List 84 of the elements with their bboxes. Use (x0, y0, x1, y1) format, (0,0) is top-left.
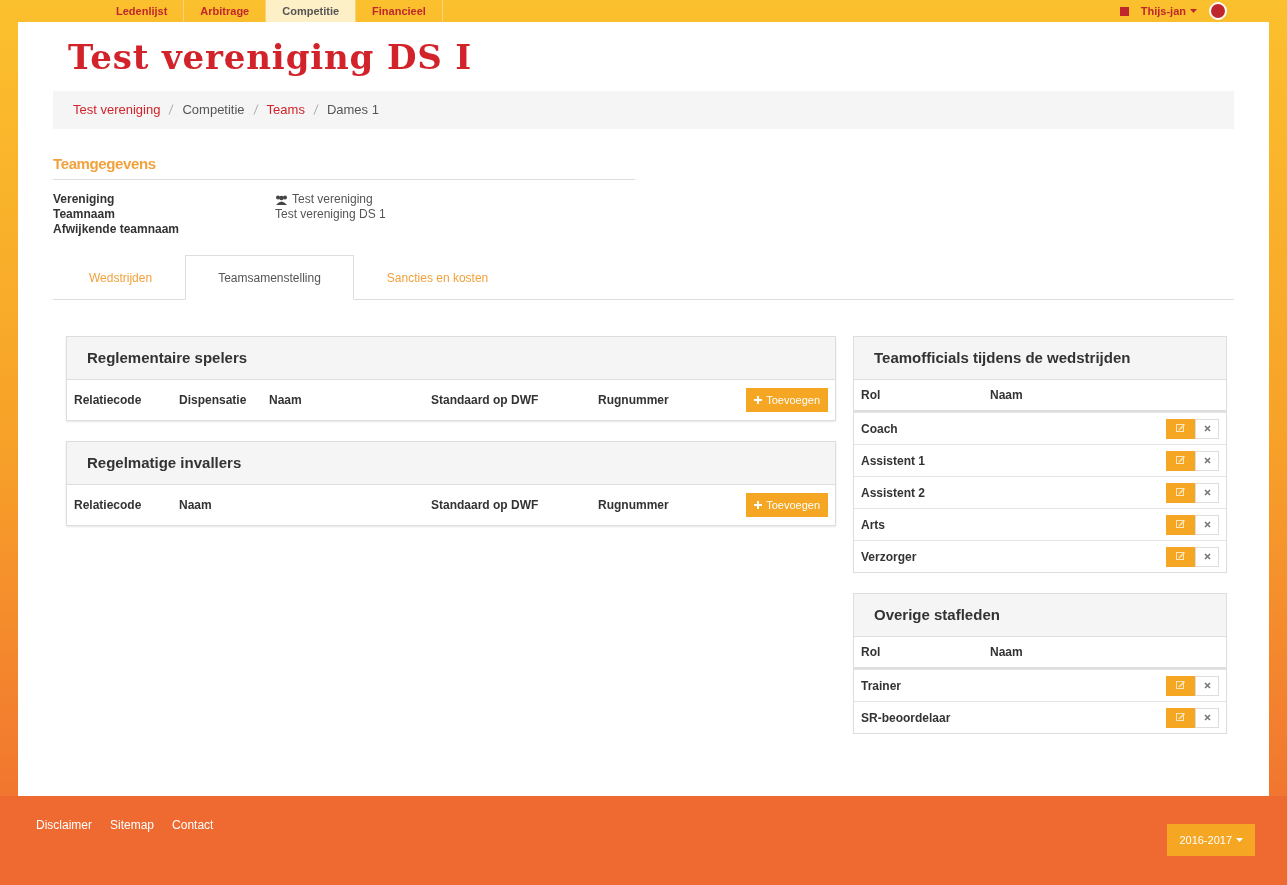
column-header: Relatiecode (74, 497, 143, 514)
edit-icon (1176, 713, 1185, 722)
delete-button[interactable] (1195, 546, 1219, 567)
footer-link[interactable]: Disclaimer (36, 816, 92, 834)
footer-link[interactable]: Sitemap (110, 816, 155, 834)
edit-icon (1176, 488, 1185, 497)
panel-title: Teamofficials tijdens de wedstrijden (854, 337, 1226, 380)
user-menu[interactable]: Thijs-jan (1140, 2, 1197, 20)
column-header: Rol (861, 644, 882, 661)
edit-button[interactable] (1166, 546, 1195, 567)
delete-button[interactable] (1195, 450, 1219, 471)
edit-button[interactable] (1166, 482, 1195, 503)
field-label: Teamnaam (53, 207, 116, 222)
field-label: Afwijkende teamnaam (53, 222, 181, 237)
table-cell-text: Trainer (861, 677, 902, 695)
users-icon (275, 194, 288, 205)
nav-tab[interactable]: Competitie (266, 0, 357, 22)
column-header: Standaard op DWF (431, 392, 540, 409)
table-cell-text: Coach (861, 420, 898, 438)
column-header: Rugnummer (598, 392, 670, 409)
footer-link[interactable]: Contact (172, 816, 214, 834)
delete-button[interactable] (1195, 418, 1219, 439)
close-icon (1203, 489, 1211, 496)
slash-separator-icon (252, 104, 259, 115)
table-cell-text: Assistent 1 (861, 452, 926, 470)
edit-icon (1176, 424, 1185, 433)
panel-title: Overige stafleden (854, 594, 1226, 637)
edit-button[interactable] (1166, 707, 1195, 728)
slash-separator-icon (168, 104, 175, 115)
column-header: Relatiecode (74, 392, 143, 409)
delete-button[interactable] (1195, 707, 1219, 728)
section-heading: Teamgegevens (53, 153, 157, 174)
column-header: Rol (861, 387, 882, 404)
delete-button[interactable] (1195, 675, 1219, 696)
panel-title: Reglementaire spelers (67, 337, 835, 380)
edit-icon (1176, 456, 1185, 465)
edit-button[interactable] (1166, 514, 1195, 535)
caret-icon (1236, 838, 1243, 842)
panel-title: Regelmatige invallers (67, 442, 835, 485)
breadcrumb-link[interactable]: Teams (266, 99, 305, 120)
table-cell-text: Assistent 2 (861, 484, 926, 502)
add-button[interactable]: Toevoegen (746, 493, 828, 517)
edit-button[interactable] (1166, 450, 1195, 471)
add-button[interactable]: Toevoegen (746, 388, 828, 412)
plus-icon (754, 396, 763, 404)
close-icon (1203, 521, 1211, 528)
field-label: Vereniging (53, 192, 116, 207)
field-value: Test vereniging DS 1 (275, 207, 386, 222)
close-icon (1203, 714, 1211, 721)
column-header: Dispensatie (179, 392, 248, 409)
page-title: Test vereniging DS I (67, 36, 474, 79)
close-icon (1203, 553, 1211, 560)
edit-icon (1176, 681, 1185, 690)
column-header: Rugnummer (598, 497, 670, 514)
plus-icon (754, 501, 763, 509)
edit-button[interactable] (1166, 418, 1195, 439)
close-icon (1203, 457, 1211, 464)
breadcrumb-item: Competitie (182, 100, 245, 119)
close-icon (1203, 425, 1211, 432)
column-header: Naam (990, 644, 1023, 661)
avatar[interactable] (1209, 2, 1227, 20)
edit-icon (1176, 552, 1185, 561)
tab[interactable]: Sancties en kosten (353, 255, 522, 300)
slash-separator-icon (312, 104, 319, 115)
season-dropdown[interactable]: 2016-2017 (1167, 824, 1255, 856)
column-header: Naam (269, 392, 303, 409)
tab[interactable]: Wedstrijden (56, 255, 186, 300)
table-cell-text: SR-beoordelaar (861, 709, 951, 727)
edit-icon (1176, 520, 1185, 529)
delete-button[interactable] (1195, 482, 1219, 503)
tab[interactable]: Teamsamenstelling (185, 255, 354, 300)
column-header: Naam (990, 387, 1023, 404)
column-header: Naam (179, 497, 213, 514)
column-header: Standaard op DWF (431, 497, 540, 514)
field-value: Test vereniging (292, 192, 373, 207)
caret-icon (1190, 9, 1197, 13)
close-icon (1203, 682, 1211, 689)
user-flag-icon (1119, 6, 1129, 16)
breadcrumb-link[interactable]: Test vereniging (73, 99, 161, 120)
table-cell-text: Verzorger (861, 548, 917, 566)
edit-button[interactable] (1166, 675, 1195, 696)
delete-button[interactable] (1195, 514, 1219, 535)
breadcrumb-item: Dames 1 (326, 100, 379, 119)
table-cell-text: Arts (861, 516, 885, 534)
